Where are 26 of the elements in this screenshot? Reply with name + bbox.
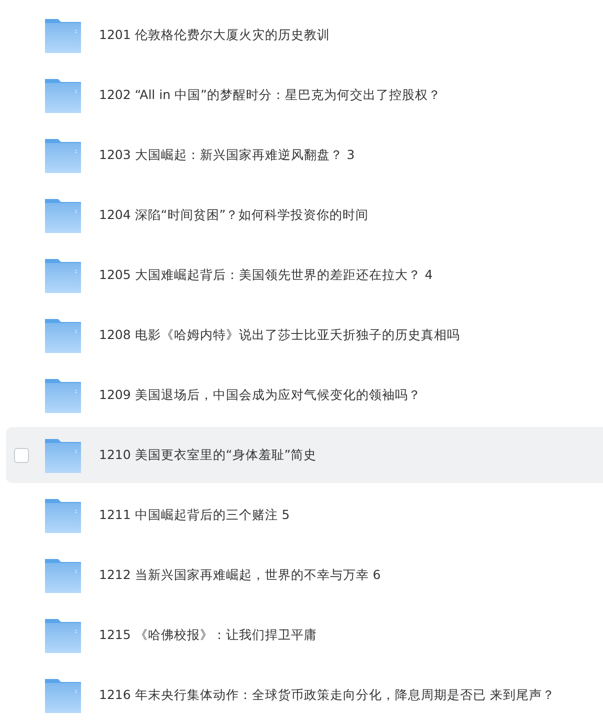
folder-icon: [45, 677, 81, 713]
folder-name[interactable]: 1208 电影《哈姆内特》说出了莎士比亚夭折独子的历史真相吗: [99, 326, 460, 344]
folder-name[interactable]: 1204 深陷“时间贫困”？如何科学投资你的时间: [99, 206, 369, 224]
folder-icon: [45, 257, 81, 293]
folder-row[interactable]: 1210 美国更衣室里的“身体羞耻”简史: [6, 427, 603, 483]
folder-icon: [45, 377, 81, 413]
folder-icon: [45, 497, 81, 533]
folder-name[interactable]: 1216 年末央行集体动作：全球货币政策走向分化，降息周期是否已 来到尾声？: [99, 686, 555, 704]
folder-name[interactable]: 1202 “All in 中国”的梦醒时分：星巴克为何交出了控股权？: [99, 86, 441, 104]
folder-name[interactable]: 1209 美国退场后，中国会成为应对气候变化的领袖吗？: [99, 386, 421, 404]
folder-name[interactable]: 1205 大国难崛起背后：美国领先世界的差距还在拉大？ 4: [99, 266, 433, 284]
folder-icon: [45, 557, 81, 593]
folder-icon: [45, 77, 81, 113]
folder-name[interactable]: 1215 《哈佛校报》：让我们捍卫平庸: [99, 626, 317, 644]
folder-name[interactable]: 1210 美国更衣室里的“身体羞耻”简史: [99, 446, 317, 464]
folder-icon: [45, 137, 81, 173]
checkbox[interactable]: [14, 448, 29, 462]
folder-icon: [45, 437, 81, 473]
folder-icon: [45, 17, 81, 53]
folder-name[interactable]: 1201 伦敦格伦费尔大厦火灾的历史教训: [99, 26, 330, 44]
folder-icon: [45, 317, 81, 353]
folder-icon: [45, 617, 81, 653]
folder-name[interactable]: 1211 中国崛起背后的三个赌注 5: [99, 506, 290, 524]
folder-name[interactable]: 1203 大国崛起：新兴国家再难逆风翻盘？ 3: [99, 146, 355, 164]
folder-name[interactable]: 1212 当新兴国家再难崛起，世界的不幸与万幸 6: [99, 566, 381, 584]
folder-icon: [45, 197, 81, 233]
